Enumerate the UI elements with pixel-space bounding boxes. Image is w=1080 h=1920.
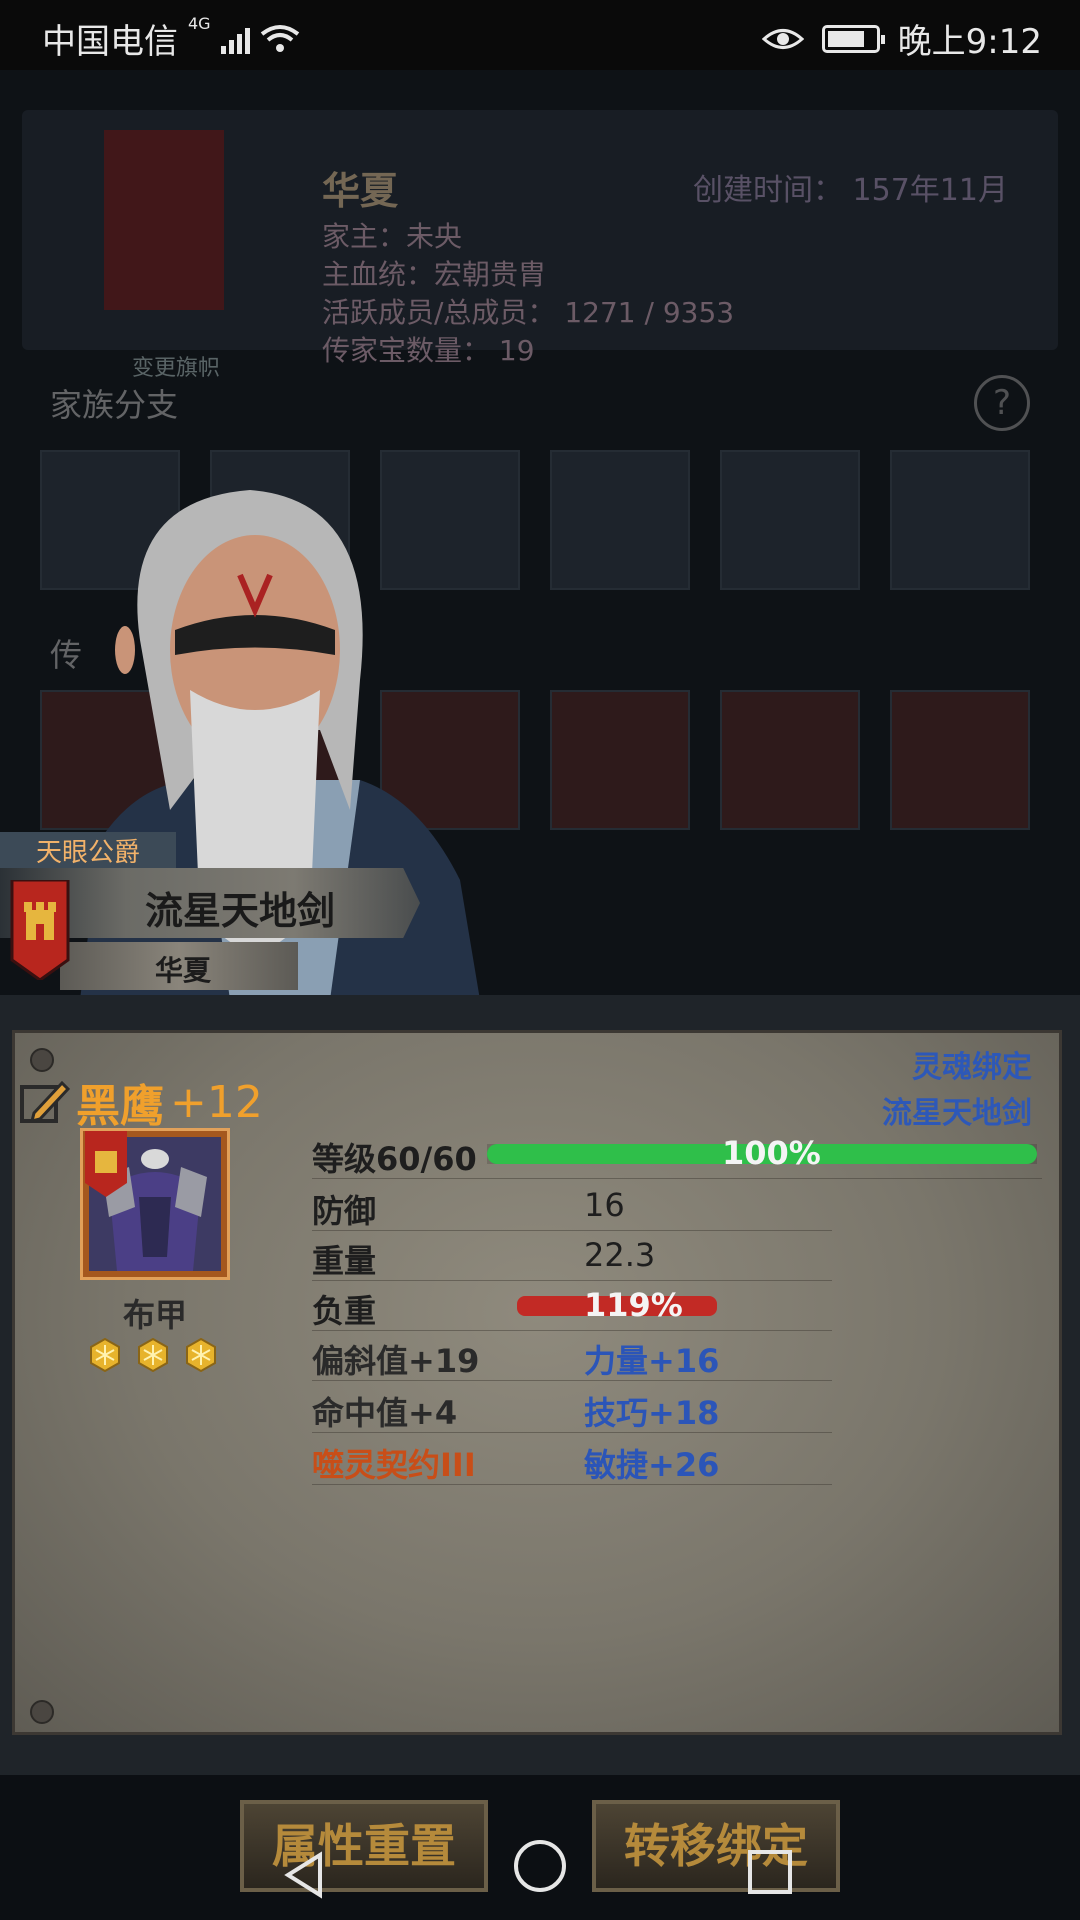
carrier-label: 中国电信 [42,22,178,62]
level-row: 等级60/60 100% [312,1130,1042,1179]
star-icon [90,1338,120,1372]
heirloom-slot[interactable] [720,690,860,830]
clock: 晚上9:12 [897,22,1042,62]
bonus-row: 噬灵契约III 敏捷+26 [312,1436,832,1485]
bonus-right: 敏捷+26 [584,1446,720,1484]
stat-value: 22.3 [584,1236,656,1274]
stat-row: 负重 119% [312,1282,832,1331]
star-icon [138,1338,168,1372]
item-enhance-level: +12 [170,1076,263,1128]
battery-icon [821,24,885,53]
help-icon[interactable]: ? [974,375,1030,431]
wifi-icon [260,24,299,52]
item-title: 黑鹰 +12 [18,1070,263,1134]
family-bloodline: 主血统：宏朝贵胄 [322,258,547,291]
heirloom-slot[interactable] [550,690,690,830]
stat-row: 重量 22.3 [312,1232,832,1281]
level-percent: 100% [722,1134,821,1172]
system-navigation-bar [0,1810,1080,1920]
bonus-left: 偏斜值+19 [312,1342,480,1380]
branch-slot[interactable] [890,450,1030,590]
pin-decoration [30,1700,54,1724]
family-crest-icon [85,1131,127,1197]
branch-section-title: 家族分支 [50,386,179,424]
stat-value: 16 [584,1186,625,1224]
bonus-left: 命中值+4 [312,1394,458,1432]
item-name: 黑鹰 [76,1081,164,1132]
edit-name-icon[interactable] [18,1077,70,1127]
family-info-card: 变更旗帜 华夏 创建时间： 157年11月 家主：未央 主血统：宏朝贵胄 活跃成… [22,110,1058,381]
branch-slot[interactable] [720,450,860,590]
signal-icon [220,24,250,54]
stat-label: 防御 [312,1192,377,1230]
bonus-right: 技巧+18 [584,1394,720,1432]
family-head: 家主：未央 [322,220,463,253]
home-icon[interactable] [514,1840,566,1892]
pin-decoration [30,1048,54,1072]
heirloom-section-title: 传 [50,636,83,674]
family-name: 华夏 [322,169,399,213]
item-star-rating [88,1338,218,1372]
family-members: 活跃成员/总成员： 1271 / 9353 [322,296,735,329]
bonus-left-special: 噬灵契约III [312,1446,476,1484]
character-name: 流星天地剑 [145,889,336,933]
family-created-time: 创建时间： 157年11月 [693,173,1008,208]
back-icon[interactable] [280,1850,330,1900]
soul-bind-label: 灵魂绑定 [912,1050,1032,1085]
eye-comfort-icon [761,28,804,49]
stat-value: 119% [584,1286,683,1324]
character-family: 华夏 [155,954,212,987]
stat-row: 防御 16 [312,1182,832,1231]
item-icon-frame[interactable] [80,1128,230,1280]
family-banner [104,130,224,310]
recent-apps-icon[interactable] [748,1850,792,1894]
heirloom-slot[interactable] [890,690,1030,830]
level-label: 等级60/60 [312,1140,477,1178]
character-title: 天眼公爵 [0,832,176,874]
family-crest-icon [10,880,70,980]
stat-label: 重量 [312,1242,377,1280]
family-heirlooms: 传家宝数量： 19 [322,334,535,367]
status-bar: 中国电信 4G 晚上9:12 [0,0,1080,70]
change-banner-link[interactable]: 变更旗帜 [132,350,220,382]
bonus-row: 命中值+4 技巧+18 [312,1384,832,1433]
soul-bind-info: 灵魂绑定 流星天地剑 [882,1045,1032,1137]
branch-slot[interactable] [550,450,690,590]
item-type: 布甲 [122,1296,187,1334]
network-type-label: 4G [188,14,211,33]
stat-label: 负重 [312,1292,377,1330]
star-icon [186,1338,216,1372]
bonus-row: 偏斜值+19 力量+16 [312,1332,832,1381]
bonus-right: 力量+16 [584,1342,720,1380]
